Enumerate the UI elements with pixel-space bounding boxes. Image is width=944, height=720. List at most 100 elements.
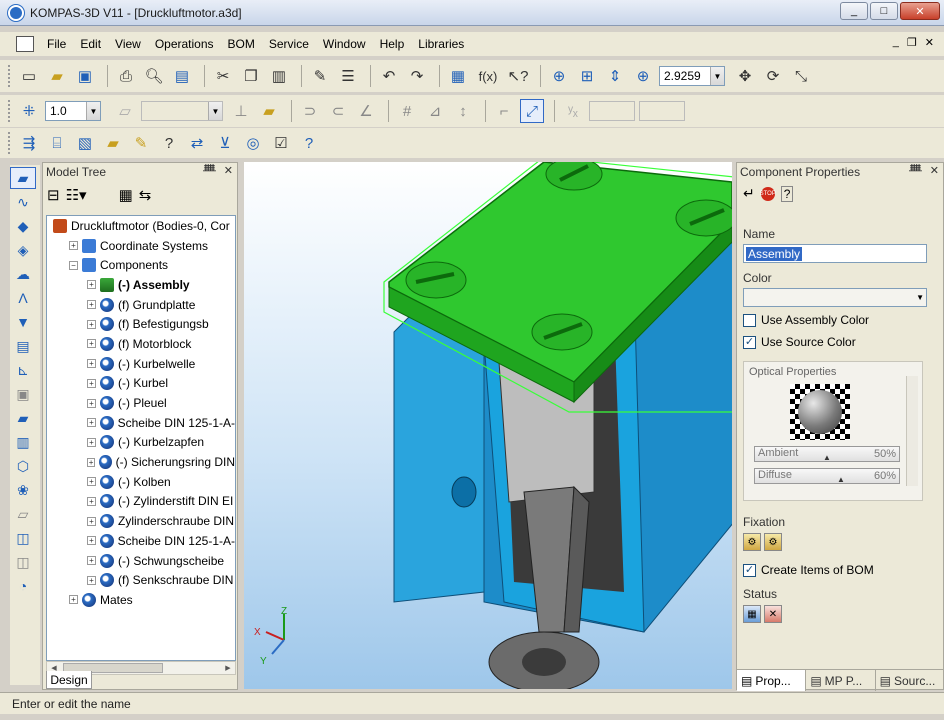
tree-node[interactable]: + (-) Pleuel [47,393,235,413]
coord-y-field[interactable] [639,101,685,121]
variables-icon[interactable]: f(x) [474,64,502,88]
scroll-right-icon[interactable]: ▶ [221,662,235,674]
tree-node[interactable]: Druckluftmotor (Bodies-0, Cor [47,216,235,236]
chevron-down-icon[interactable]: ▼ [710,67,724,85]
checkbox-box[interactable]: ✓ [743,335,756,349]
create-items-checkbox[interactable]: ✓ Create Items of BOM [743,563,874,577]
copy-icon[interactable]: ❐ [239,64,263,88]
tree-view-icon[interactable]: ⌸ [45,131,69,155]
tab-design[interactable]: Design [46,671,92,689]
tree-node[interactable]: + (-) Kurbelzapfen [47,433,235,453]
expand-icon[interactable]: + [87,575,96,585]
expand-icon[interactable]: + [87,300,96,310]
tree-node[interactable]: + (-) Assembly [47,275,235,295]
use-assembly-color-checkbox[interactable]: Use Assembly Color [743,313,869,327]
menu-service[interactable]: Service [262,37,316,51]
zoom-in-icon[interactable]: ⊞ [575,64,599,88]
tree-node[interactable]: + Zylinderschraube DIN [47,511,235,531]
tree-node[interactable]: + Coordinate Systems [47,236,235,256]
layer-icon[interactable]: ▱ [113,99,137,123]
redo-icon[interactable]: ↷ [405,64,429,88]
stop-icon[interactable]: STOP [760,186,776,201]
line-scale-combo[interactable]: 1.0 ▼ [45,101,101,121]
expand-icon[interactable]: + [87,319,96,329]
tree-edit-icon[interactable]: ⇆ [139,186,152,204]
expand-icon[interactable]: + [87,516,96,526]
pan-icon[interactable]: ✥ [733,64,757,88]
document-icon[interactable] [16,36,34,52]
save-icon[interactable]: ▣ [73,64,97,88]
diffuse-slider[interactable]: Diffuse 60% ▲ [754,468,900,484]
pattern-icon[interactable]: ⬡ [10,455,36,477]
optical-scrollbar[interactable] [906,376,918,486]
tree-node[interactable]: + (-) Kolben [47,472,235,492]
new-file-icon[interactable]: ▭ [17,64,41,88]
zoom-window-icon[interactable]: ⊕ [547,64,571,88]
menu-window[interactable]: Window [316,37,373,51]
curve-icon[interactable]: Λ [10,287,36,309]
grid-icon[interactable]: # [395,99,419,123]
tree-node[interactable]: + Mates [47,590,235,610]
ambient-slider[interactable]: Ambient 50% ▲ [754,446,900,462]
menu-file[interactable]: File [40,37,73,51]
palette-icon[interactable]: ❀ [10,479,36,501]
edit-assembly-icon[interactable]: ▰ [10,167,36,189]
spec-icon[interactable]: ▰ [101,131,125,155]
expand-icon[interactable]: + [87,378,96,388]
zoom-scale-combo[interactable]: 2.9259 ▼ [659,66,725,86]
paste-icon[interactable]: ▥ [267,64,291,88]
chevron-down-icon[interactable]: ▼ [208,102,222,120]
insert-component-icon[interactable]: ⇶ [17,131,41,155]
fix-on-icon[interactable]: ⚙ [743,533,761,551]
sphere-icon[interactable]: ◔ [10,575,36,597]
tree-node[interactable]: − Components [47,255,235,275]
color-select[interactable]: ▼ [743,288,927,307]
expand-icon[interactable]: + [87,556,96,566]
tree-node[interactable]: + (f) Senkschraube DIN [47,570,235,590]
expand-icon[interactable]: + [87,496,96,506]
edit-part-icon[interactable]: ▰ [257,99,281,123]
box-gray-icon[interactable]: ◫ [10,551,36,573]
tree-node[interactable]: + (-) Zylinderstift DIN EI [47,492,235,512]
magnet-link-icon[interactable]: ⊂ [326,99,350,123]
slider-thumb-icon[interactable]: ▲ [837,475,845,484]
use-source-color-checkbox[interactable]: ✓ Use Source Color [743,335,856,349]
zoom-dynamic-icon[interactable]: ⇕ [603,64,627,88]
expand-icon[interactable]: + [87,280,96,290]
assembly-icon[interactable]: ▥ [10,431,36,453]
tree-node[interactable]: + (-) Schwungscheibe [47,551,235,571]
name-input[interactable]: Assembly [743,244,927,263]
rotate-icon[interactable]: ⟳ [761,64,785,88]
tree-node[interactable]: + (-) Sicherungsring DIN [47,452,235,472]
filter-icon[interactable]: ▼ [10,311,36,333]
tree-node[interactable]: + Scheibe DIN 125-1-A- [47,413,235,433]
doc-restore-button[interactable]: ❐ [907,36,917,49]
preview-window-icon[interactable]: ▧ [73,131,97,155]
toolbar-grip[interactable] [8,100,11,122]
undo-icon[interactable]: ↶ [377,64,401,88]
menu-edit[interactable]: Edit [73,37,108,51]
close-button[interactable]: ✕ [900,2,940,20]
expand-icon[interactable]: + [87,339,96,349]
box-icon[interactable]: ◫ [10,527,36,549]
coord-x-field[interactable] [589,101,635,121]
dimension-icon[interactable]: ⊾ [10,359,36,381]
tree-node[interactable]: + (f) Befestigungsb [47,314,235,334]
snap-icon[interactable]: ⁜ [17,99,41,123]
spec-sheet-icon[interactable]: ▤ [10,335,36,357]
manager-icon[interactable]: ▦ [446,64,470,88]
step-icon[interactable]: ⌐ [492,99,516,123]
mate-icon[interactable]: ◈ [10,239,36,261]
menu-help[interactable]: Help [373,37,412,51]
edit-text-icon[interactable]: ✎ [129,131,153,155]
pin-icon[interactable]: ᚙ [909,164,922,177]
sheet-gray-icon[interactable]: ▱ [10,503,36,525]
local-cs-icon[interactable]: ⊥ [229,99,253,123]
question-icon[interactable]: ? [157,131,181,155]
pin-icon[interactable]: ᚙ [203,164,216,177]
plane-icon[interactable]: ◆ [10,215,36,237]
doc-close-button[interactable]: ✕ [925,36,934,49]
slider-thumb-icon[interactable]: ▲ [823,453,831,462]
toolbar-grip[interactable] [8,132,11,154]
tree-structure-icon[interactable]: ⊟ [47,186,60,204]
